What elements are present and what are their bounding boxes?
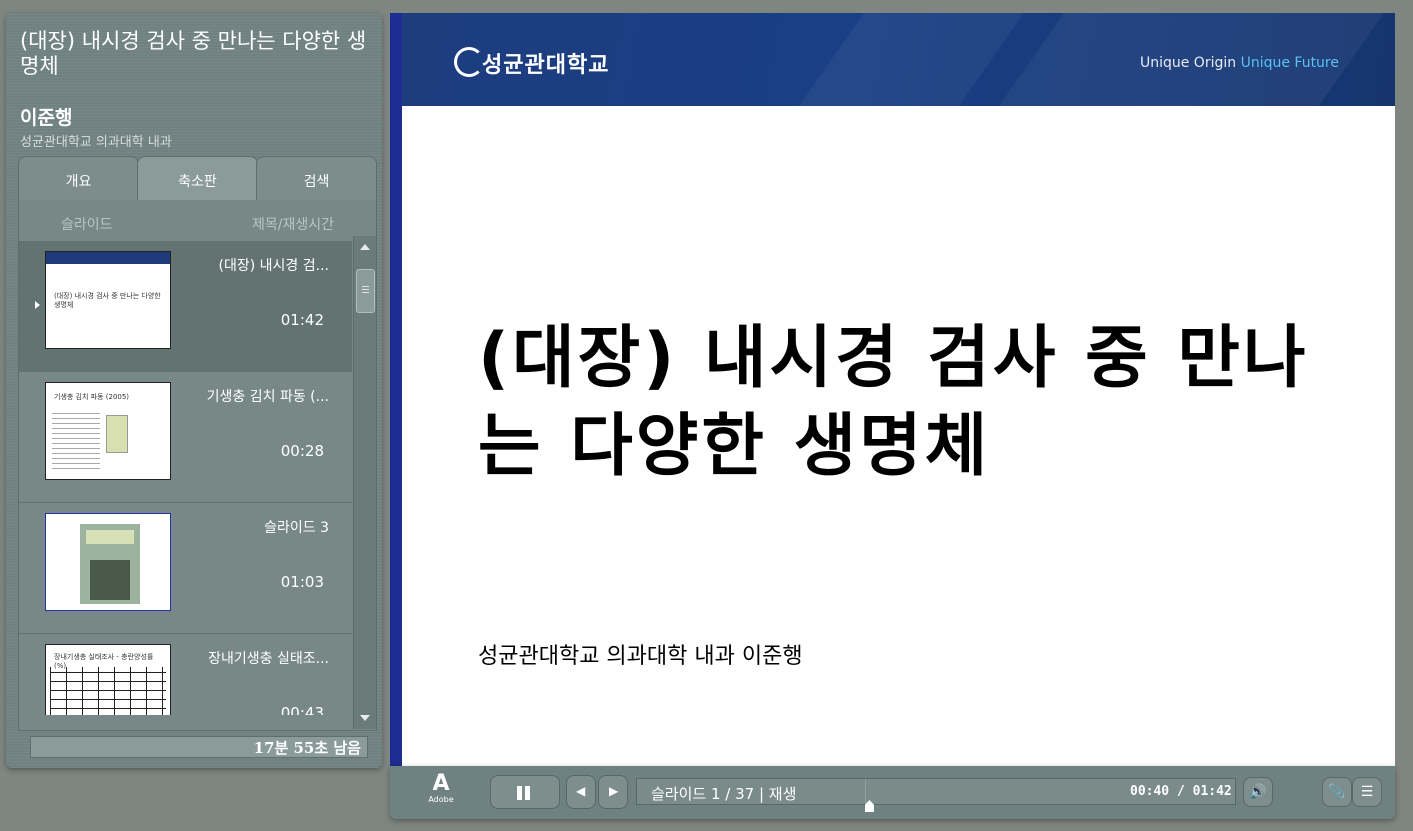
tagline-part-1: Unique Origin — [1139, 55, 1241, 71]
scroll-down-arrow-icon[interactable] — [360, 715, 370, 721]
tab-outline[interactable]: 개요 — [18, 156, 139, 201]
list-item-duration: 01:42 — [280, 311, 324, 329]
grip-icon — [362, 286, 369, 287]
playback-controls: A Adobe ◀ ▶ 슬라이드 1 / 37 | 재생 00:40 / 01:… — [390, 766, 1395, 819]
pause-icon — [517, 786, 522, 800]
thumbnail-header-bar — [46, 252, 170, 264]
university-logo-text: 성균관대학교 — [482, 53, 610, 78]
thumbnail-photo-caption — [86, 530, 134, 544]
pause-button[interactable] — [490, 775, 560, 809]
next-icon: ▶ — [609, 784, 619, 798]
scroll-thumb[interactable] — [356, 269, 375, 313]
adobe-icon: A — [432, 771, 450, 796]
slide-header-banner: 성균관대학교 Unique Origin Unique Future — [402, 13, 1395, 106]
slide-subtitle: 성균관대학교 의과대학 내과 이준행 — [478, 644, 803, 669]
list-item-duration: 00:28 — [280, 442, 324, 460]
current-slide-arrow-icon — [35, 301, 40, 309]
slide-thumbnail: (대장) 내시경 검사 중 만나는 다양한 생명체 — [45, 251, 171, 349]
sidebar-toggle-icon: ☰ — [1360, 784, 1374, 800]
slide-thumbnail: 장내기생충 실태조사 - 충란양성률 (%) — [45, 644, 171, 715]
tab-thumbnails[interactable]: 축소판 — [137, 156, 258, 201]
thumbnail-table — [50, 667, 166, 715]
list-item-duration: 01:03 — [280, 573, 324, 591]
playback-time: 00:40 / 01:42 — [1130, 784, 1232, 799]
slide-status: 슬라이드 1 / 37 | 재생 — [651, 785, 797, 803]
list-item[interactable]: 기생충 김치 파동 (2005) 기생충 김치 파동 (... 00:28 — [19, 372, 352, 503]
list-item-duration: 00:43 — [280, 704, 324, 715]
column-header-slide: 슬라이드 — [61, 217, 113, 233]
slide-list[interactable]: (대장) 내시경 검사 중 만나는 다양한 생명체 (대장) 내시경 검... … — [19, 241, 352, 715]
slide-list-panel: 슬라이드 제목/재생시간 (대장) 내시경 검사 중 만나는 다양한 생명체 (… — [18, 200, 377, 731]
slide-title: (대장) 내시경 검사 중 만나는 다양한 생명체 — [478, 319, 1309, 486]
attachments-button[interactable]: 📎 — [1322, 777, 1352, 807]
thumbnail-table — [106, 415, 128, 453]
sidebar-tabs: 개요 축소판 검색 — [18, 156, 377, 201]
volume-button[interactable]: 🔊 — [1243, 777, 1273, 807]
thumbnail-text: 기생충 김치 파동 (2005) — [54, 393, 130, 401]
tagline-part-2: Unique Future — [1240, 55, 1339, 71]
adobe-logo[interactable]: A Adobe — [426, 773, 456, 811]
thumbnail-photo-people — [90, 560, 130, 600]
tab-search[interactable]: 검색 — [256, 156, 377, 201]
slide-thumbnail — [45, 513, 171, 611]
presentation-title: (대장) 내시경 검사 중 만나는 다양한 생명체 — [20, 29, 367, 78]
previous-icon: ◀ — [576, 784, 586, 798]
list-item-title: 장내기생충 실태조... — [208, 651, 329, 667]
list-header: 슬라이드 제목/재생시간 — [19, 200, 376, 236]
volume-icon: 🔊 — [1249, 784, 1267, 800]
list-item[interactable]: (대장) 내시경 검사 중 만나는 다양한 생명체 (대장) 내시경 검... … — [19, 241, 352, 372]
list-item-title: 기생충 김치 파동 (... — [206, 389, 329, 405]
adobe-label: Adobe — [428, 795, 454, 804]
thumbnail-text: (대장) 내시경 검사 중 만나는 다양한 생명체 — [54, 292, 161, 309]
list-item-title: 슬라이드 3 — [264, 520, 329, 536]
sidebar-toggle-button[interactable]: ☰ — [1352, 777, 1382, 807]
list-item[interactable]: 슬라이드 3 01:03 — [19, 503, 352, 634]
sidebar: (대장) 내시경 검사 중 만나는 다양한 생명체 이준행 성균관대학교 의과대… — [6, 13, 382, 768]
thumbnail-body-text — [52, 409, 100, 469]
list-item[interactable]: 장내기생충 실태조사 - 충란양성률 (%) 장내기생충 실태조... 00:4… — [19, 634, 352, 715]
list-scrollbar[interactable] — [353, 236, 376, 729]
previous-slide-button[interactable]: ◀ — [566, 775, 596, 809]
list-item-title: (대장) 내시경 검... — [218, 258, 329, 274]
slide-tagline: Unique Origin Unique Future — [1140, 55, 1339, 71]
slide-view: 성균관대학교 Unique Origin Unique Future (대장) … — [390, 13, 1395, 766]
presenter-organization: 성균관대학교 의과대학 내과 — [20, 135, 172, 150]
time-remaining: 17분 55초 남음 — [30, 736, 368, 758]
next-slide-button[interactable]: ▶ — [598, 775, 628, 809]
slide-thumbnail: 기생충 김치 파동 (2005) — [45, 382, 171, 480]
university-logo-icon — [454, 47, 484, 77]
attachment-icon: 📎 — [1328, 784, 1346, 800]
column-header-title-time: 제목/재생시간 — [252, 217, 334, 233]
presenter-name: 이준행 — [20, 107, 73, 129]
scroll-up-arrow-icon[interactable] — [360, 244, 370, 250]
